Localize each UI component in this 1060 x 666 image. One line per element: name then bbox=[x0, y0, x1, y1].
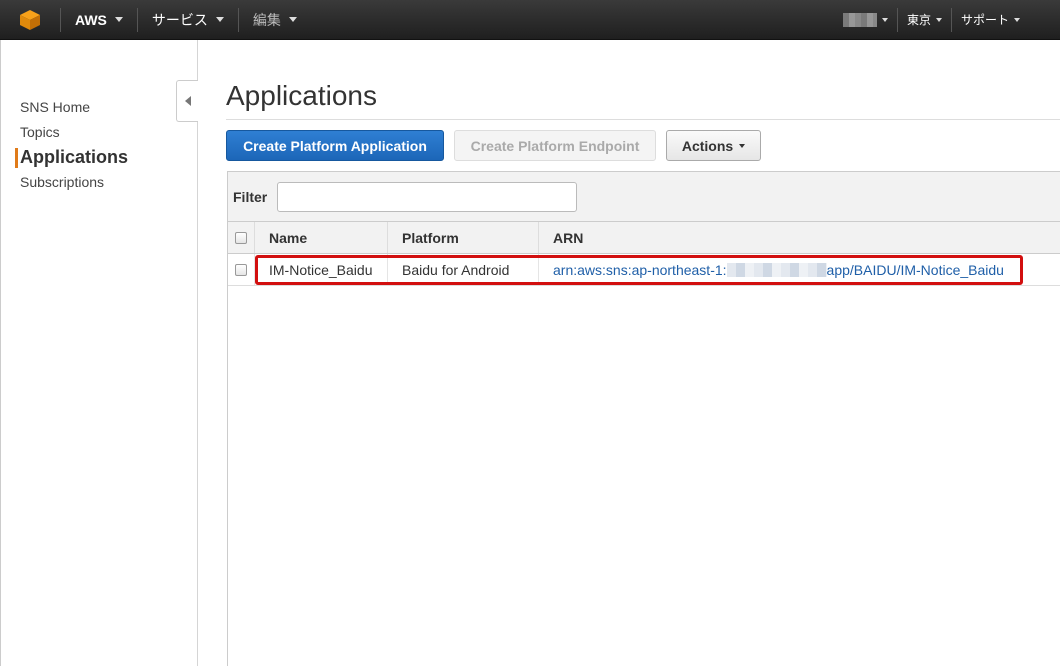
title-divider bbox=[226, 119, 1060, 120]
sidebar-nav: SNS Home Topics Applications Subscriptio… bbox=[14, 95, 128, 195]
sidebar-collapse-button[interactable] bbox=[176, 80, 198, 122]
services-menu-label: サービス bbox=[151, 11, 208, 28]
nav-right-group: 東京 サポート bbox=[834, 0, 1060, 40]
column-header-arn[interactable]: ARN bbox=[539, 222, 1060, 253]
edit-menu[interactable]: 編集 bbox=[239, 0, 311, 40]
row-arn-cell: arn:aws:sns:ap-northeast-1: app/BAIDU/IM… bbox=[539, 254, 1060, 285]
support-menu-label: サポート bbox=[960, 13, 1009, 27]
select-all-checkbox[interactable] bbox=[235, 231, 247, 244]
sidebar: SNS Home Topics Applications Subscriptio… bbox=[0, 40, 198, 666]
create-platform-endpoint-button[interactable]: Create Platform Endpoint bbox=[454, 130, 656, 161]
top-nav-bar: AWS サービス 編集 東京 サポート bbox=[0, 0, 1060, 40]
chevron-down-icon bbox=[215, 17, 224, 22]
table-row[interactable]: IM-Notice_Baidu Baidu for Android arn:aw… bbox=[228, 254, 1060, 286]
chevron-down-icon bbox=[288, 17, 297, 22]
row-checkbox-cell bbox=[228, 254, 255, 285]
arn-suffix: app/BAIDU/IM-Notice_Baidu bbox=[826, 261, 1004, 278]
row-checkbox[interactable] bbox=[235, 263, 247, 276]
region-menu[interactable]: 東京 bbox=[898, 0, 951, 40]
chevron-down-icon bbox=[114, 17, 123, 22]
row-name: IM-Notice_Baidu bbox=[255, 254, 388, 285]
aws-cube-logo-icon[interactable] bbox=[0, 0, 60, 40]
chevron-down-icon bbox=[739, 143, 746, 148]
account-id-redacted bbox=[726, 262, 827, 277]
arn-link[interactable]: arn:aws:sns:ap-northeast-1: app/BAIDU/IM… bbox=[553, 262, 1004, 278]
chevron-down-icon bbox=[881, 17, 888, 22]
filter-bar: Filter bbox=[228, 172, 1060, 222]
filter-input[interactable] bbox=[277, 181, 577, 212]
chevron-left-icon bbox=[184, 96, 191, 106]
chevron-down-icon bbox=[935, 17, 942, 22]
page-title: Applications bbox=[226, 80, 377, 111]
region-menu-label: 東京 bbox=[906, 13, 931, 27]
aws-menu-label: AWS bbox=[75, 11, 107, 28]
support-menu[interactable]: サポート bbox=[952, 0, 1060, 40]
table-header: Name Platform ARN bbox=[228, 222, 1060, 254]
aws-menu[interactable]: AWS bbox=[61, 0, 137, 40]
applications-table-panel: Filter Name Platform ARN IM-Notice_Baidu… bbox=[227, 171, 1060, 666]
column-header-name[interactable]: Name bbox=[255, 222, 388, 253]
sidebar-item-applications[interactable]: Applications bbox=[14, 145, 128, 170]
account-name-redacted bbox=[842, 12, 877, 27]
edit-menu-label: 編集 bbox=[252, 11, 281, 28]
sidebar-item-topics[interactable]: Topics bbox=[20, 120, 128, 145]
column-header-platform[interactable]: Platform bbox=[388, 222, 539, 253]
chevron-down-icon bbox=[1014, 17, 1020, 22]
row-platform: Baidu for Android bbox=[388, 254, 539, 285]
actions-dropdown-button[interactable]: Actions bbox=[666, 130, 761, 161]
select-all-cell bbox=[228, 222, 255, 253]
actions-label: Actions bbox=[681, 137, 734, 154]
filter-label: Filter bbox=[233, 188, 268, 205]
sidebar-item-subscriptions[interactable]: Subscriptions bbox=[20, 170, 128, 195]
services-menu[interactable]: サービス bbox=[138, 0, 238, 40]
account-menu[interactable] bbox=[834, 0, 897, 40]
arn-prefix: arn:aws:sns:ap-northeast-1: bbox=[553, 261, 727, 278]
sidebar-item-sns-home[interactable]: SNS Home bbox=[20, 95, 128, 120]
create-platform-application-button[interactable]: Create Platform Application bbox=[226, 130, 444, 161]
